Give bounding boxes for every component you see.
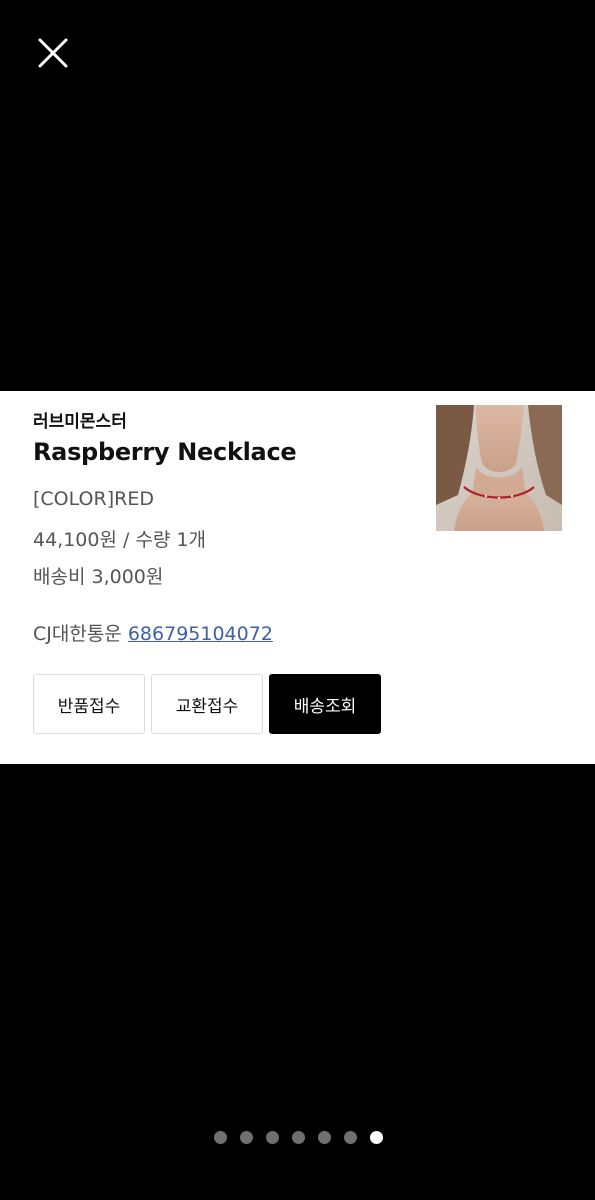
shipping-fee: 배송비 3,000원 <box>33 566 164 588</box>
brand-name[interactable]: 러브미몬스터 <box>33 407 127 432</box>
close-icon <box>38 38 68 68</box>
tracking-number-link[interactable]: 686795104072 <box>128 623 273 645</box>
tracking-info: CJ대한통운 686795104072 <box>33 619 273 646</box>
page-dot[interactable] <box>213 1131 227 1144</box>
close-button[interactable] <box>33 33 73 73</box>
product-option: [COLOR]RED <box>33 488 154 510</box>
page-dot[interactable] <box>317 1131 331 1144</box>
track-shipment-button[interactable]: 배송조회 <box>269 674 381 734</box>
product-photo <box>436 405 562 531</box>
page-dot-active[interactable] <box>369 1131 383 1144</box>
page-indicator <box>0 1131 595 1145</box>
carrier-name: CJ대한통운 <box>33 623 122 645</box>
price-quantity: 44,100원 / 수량 1개 <box>33 529 207 551</box>
page-dot[interactable] <box>343 1131 357 1144</box>
page-dot[interactable] <box>291 1131 305 1144</box>
return-request-button[interactable]: 반품접수 <box>33 674 145 734</box>
product-name[interactable]: Raspberry Necklace <box>33 438 297 466</box>
order-detail-overlay: 러브미몬스터 Raspberry Necklace [COLOR]RED 44,… <box>0 0 595 1200</box>
product-thumbnail[interactable] <box>436 405 562 531</box>
page-indicator-dots <box>213 1131 383 1145</box>
page-dot[interactable] <box>239 1131 253 1144</box>
order-item-card: 러브미몬스터 Raspberry Necklace [COLOR]RED 44,… <box>0 391 595 764</box>
page-dot[interactable] <box>265 1131 279 1144</box>
exchange-request-button[interactable]: 교환접수 <box>151 674 263 734</box>
